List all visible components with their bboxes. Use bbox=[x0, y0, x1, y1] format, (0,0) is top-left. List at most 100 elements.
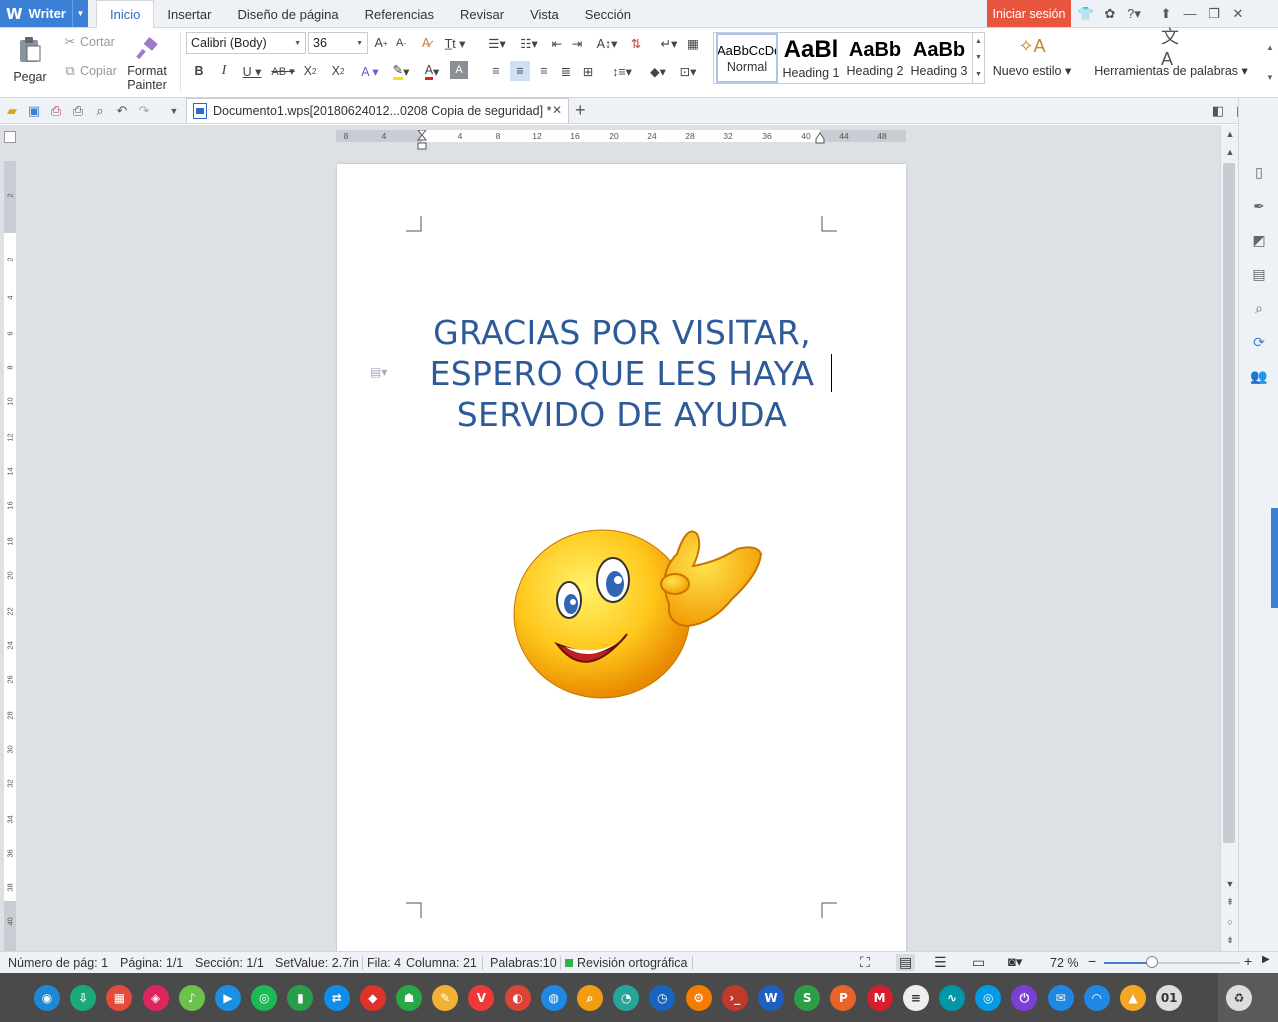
indent-marker-icon[interactable] bbox=[417, 130, 427, 152]
document-text[interactable]: GRACIAS POR VISITAR, ESPERO QUE LES HAYA… bbox=[397, 312, 847, 435]
clear-format-icon[interactable]: A̷ bbox=[416, 33, 436, 53]
search-icon[interactable]: ⌕ bbox=[577, 985, 603, 1011]
restore-icon[interactable]: ❐ bbox=[1202, 2, 1226, 26]
document-workspace[interactable]: 8 4 4 8 12 16 20 24 28 32 36 40 44 48 2 … bbox=[0, 125, 1238, 951]
tab-referencias[interactable]: Referencias bbox=[352, 0, 447, 28]
zoom-in-icon[interactable]: + bbox=[1244, 953, 1252, 969]
chevron-up-icon[interactable]: ▲ bbox=[975, 38, 982, 45]
tab-vista[interactable]: Vista bbox=[517, 0, 572, 28]
font-size-select[interactable]: 36 ▼ bbox=[308, 32, 368, 54]
tab-inicio[interactable]: Inicio bbox=[96, 0, 155, 29]
wps-writer-icon[interactable]: W bbox=[758, 985, 784, 1011]
document-tab[interactable]: Documento1.wps[20180624012...0208 Copia … bbox=[186, 98, 569, 123]
status-row[interactable]: Fila: 4 bbox=[367, 956, 401, 970]
style-heading-3[interactable]: AaBb Heading 3 bbox=[908, 33, 970, 83]
style-format-icon[interactable]: ✒ bbox=[1249, 196, 1269, 216]
select-icon[interactable]: ◩ bbox=[1249, 230, 1269, 250]
zoom-out-icon[interactable]: − bbox=[1088, 953, 1096, 969]
select-browse-icon[interactable]: ○ bbox=[1223, 915, 1237, 929]
vertical-ruler[interactable]: 2 2 4 6 8 10 12 14 16 18 20 22 24 26 28 … bbox=[4, 161, 16, 951]
chevron-up-icon[interactable]: ▲ bbox=[1223, 145, 1237, 159]
export-pdf-icon[interactable]: ⎙ bbox=[46, 101, 66, 121]
expand-status-icon[interactable]: ▶ bbox=[1262, 954, 1270, 965]
wps-presentation-icon[interactable]: P bbox=[830, 985, 857, 1011]
scrollbar-thumb[interactable] bbox=[1223, 163, 1235, 843]
distribute-button[interactable]: ⊞ bbox=[578, 61, 598, 81]
deepin-icon[interactable]: ◉ bbox=[34, 985, 60, 1011]
help-icon[interactable]: ?▾ bbox=[1122, 2, 1146, 26]
print-preview-icon[interactable]: ⌕ bbox=[90, 101, 110, 121]
app-icon[interactable]: ◈ bbox=[142, 985, 169, 1011]
settings-icon[interactable]: ⚙ bbox=[685, 985, 712, 1011]
mega-icon[interactable]: M bbox=[866, 985, 893, 1011]
scroll-top-icon[interactable]: ▲ bbox=[1223, 127, 1237, 141]
browser-icon[interactable]: ◍ bbox=[540, 985, 567, 1011]
line-spacing-button[interactable]: ↕≡▾ bbox=[608, 61, 636, 81]
word-tools-button[interactable]: 文A Herramientas de palabras ▾ bbox=[1088, 27, 1254, 82]
text-effect-button[interactable]: A ▾ bbox=[356, 61, 384, 81]
fullscreen-icon[interactable]: ⬆ bbox=[1154, 2, 1178, 26]
new-tab-button[interactable]: + bbox=[575, 100, 586, 121]
subscript-button[interactable]: X2 bbox=[328, 61, 348, 81]
style-heading-2[interactable]: AaBb Heading 2 bbox=[844, 33, 906, 83]
minimize-icon[interactable]: — bbox=[1178, 2, 1202, 26]
document-page[interactable]: ▤▾ GRACIAS POR VISITAR, ESPERO QUE LES H… bbox=[337, 164, 906, 951]
zoom-slider[interactable] bbox=[1104, 956, 1240, 968]
chrome-icon[interactable]: ◐ bbox=[504, 985, 531, 1011]
find-icon[interactable]: ⌕ bbox=[1249, 298, 1269, 318]
tab-diseno-de-pagina[interactable]: Diseño de página bbox=[224, 0, 351, 28]
expand-icon[interactable]: ▼ bbox=[975, 71, 982, 78]
notes-icon[interactable]: ≡ bbox=[902, 985, 929, 1011]
zoom-level[interactable]: 72 % bbox=[1050, 956, 1079, 970]
style-heading-1[interactable]: AaBl Heading 1 bbox=[780, 33, 842, 83]
files-icon[interactable]: ◔ bbox=[613, 985, 640, 1011]
status-page-number[interactable]: Número de pág: 1 bbox=[8, 956, 108, 970]
android-icon[interactable]: ☗ bbox=[396, 985, 422, 1011]
table-icon[interactable]: ▦ bbox=[684, 33, 702, 53]
char-shading-button[interactable]: A bbox=[450, 61, 468, 79]
zoom-slider-knob[interactable] bbox=[1145, 956, 1158, 968]
network-icon[interactable]: ◠ bbox=[1083, 985, 1110, 1011]
tab-insertar[interactable]: Insertar bbox=[154, 0, 224, 28]
chevron-down-icon[interactable]: ▼ bbox=[1266, 73, 1278, 82]
panel-icon[interactable]: ◧ bbox=[1208, 101, 1228, 121]
format-painter-button[interactable]: Format Painter bbox=[122, 32, 172, 96]
sort-button[interactable]: ⇅ bbox=[626, 33, 646, 53]
reading-mode-icon[interactable]: ◙▾ bbox=[1008, 954, 1022, 970]
undo-icon[interactable]: ↶ bbox=[112, 101, 132, 121]
spell-check-button[interactable]: Revisión ortográfica bbox=[565, 956, 687, 970]
spotify-icon[interactable]: ◎ bbox=[251, 985, 278, 1011]
store-icon[interactable]: ⇩ bbox=[70, 985, 97, 1011]
close-icon[interactable]: ✕ bbox=[1226, 2, 1250, 26]
borders-button[interactable]: ⊡▾ bbox=[674, 61, 702, 81]
trash-icon[interactable]: ♻ bbox=[1226, 985, 1252, 1011]
vivaldi-icon[interactable]: V bbox=[468, 985, 495, 1011]
skin-icon[interactable]: 👕 bbox=[1074, 2, 1098, 26]
styles-scroll[interactable]: ▲ ▼ ▼ bbox=[972, 33, 984, 83]
status-column[interactable]: Columna: 21 bbox=[406, 956, 477, 970]
align-left-button[interactable]: ≡ bbox=[486, 61, 506, 81]
tab-revisar[interactable]: Revisar bbox=[447, 0, 517, 28]
teamviewer-icon[interactable]: ⇄ bbox=[323, 985, 350, 1011]
open-folder-icon[interactable]: ▰ bbox=[2, 101, 22, 121]
feedback-icon[interactable]: ✿ bbox=[1098, 2, 1122, 26]
chevron-down-icon[interactable]: ▼ bbox=[1223, 877, 1237, 891]
outline-view-icon[interactable]: ☰ bbox=[934, 954, 947, 971]
power-icon[interactable]: ⏻ bbox=[1011, 985, 1038, 1011]
chevron-down-icon[interactable]: ▼ bbox=[72, 0, 88, 27]
fit-page-icon[interactable]: ⛶ bbox=[860, 954, 870, 971]
terminal-green-icon[interactable]: ▮ bbox=[287, 985, 314, 1011]
anydesk-icon[interactable]: ◆ bbox=[359, 985, 386, 1011]
new-style-button[interactable]: ✧A Nuevo estilo ▾ bbox=[990, 32, 1074, 82]
right-indent-marker-icon[interactable] bbox=[815, 132, 825, 144]
justify-button[interactable]: ≣ bbox=[556, 61, 576, 81]
side-panel-toggle[interactable] bbox=[1271, 508, 1278, 608]
sound-icon[interactable]: 01 bbox=[1156, 985, 1183, 1011]
page-view-icon[interactable]: ▤ bbox=[896, 954, 916, 971]
highlight-button[interactable]: ✎ ▾ bbox=[386, 61, 416, 81]
web-view-icon[interactable]: ▭ bbox=[972, 954, 985, 971]
font-name-select[interactable]: Calibri (Body) ▼ bbox=[186, 32, 306, 54]
numbered-list-button[interactable]: ☷▾ bbox=[514, 33, 544, 53]
paint-icon[interactable]: ✎ bbox=[432, 985, 459, 1011]
superscript-button[interactable]: X2 bbox=[300, 61, 320, 81]
